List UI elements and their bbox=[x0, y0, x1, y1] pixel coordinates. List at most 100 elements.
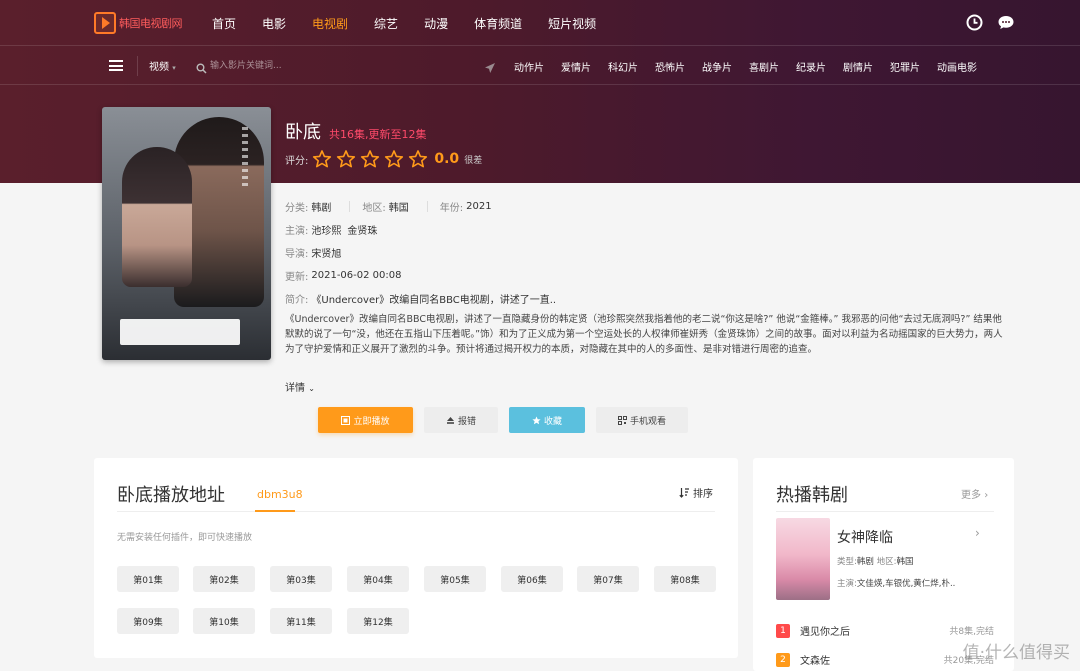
search-icon[interactable] bbox=[196, 59, 207, 74]
meta-row-cast: 主演: 池珍熙 金贤珠 bbox=[285, 222, 383, 237]
category-select-label: 视频 bbox=[149, 62, 169, 73]
genre-link-animation[interactable]: 动画电影 bbox=[937, 59, 977, 74]
episode-button[interactable]: 第05集 bbox=[424, 566, 486, 592]
paper-plane-icon[interactable] bbox=[484, 59, 496, 73]
hot-list-item[interactable]: 2 文森佐 共20集,完结 bbox=[776, 652, 994, 667]
chevron-down-icon: ⌄ bbox=[308, 384, 315, 393]
nav-item-movie[interactable]: 电影 bbox=[262, 15, 286, 32]
watermark: 值·什么值得买 bbox=[962, 643, 1070, 663]
episode-button[interactable]: 第09集 bbox=[117, 608, 179, 634]
play-now-button[interactable]: 立即播放 bbox=[318, 407, 413, 433]
year-value[interactable]: 2021 bbox=[466, 201, 491, 212]
mobile-watch-button[interactable]: 手机观看 bbox=[596, 407, 688, 433]
genre-link-horror[interactable]: 恐怖片 bbox=[655, 59, 685, 74]
episode-button[interactable]: 第10集 bbox=[193, 608, 255, 634]
director-label: 导演: bbox=[285, 249, 309, 260]
featured-meta-type: 类型:韩剧 地区:韩国 bbox=[837, 555, 913, 567]
rating-star-icon[interactable] bbox=[312, 150, 332, 168]
nav-item-shorts[interactable]: 短片视频 bbox=[548, 15, 596, 32]
region-label: 地区: bbox=[362, 203, 386, 214]
genre-link-scifi[interactable]: 科幻片 bbox=[608, 59, 638, 74]
score-note: 很差 bbox=[464, 155, 483, 166]
meta-row-basic: 分类: 韩剧 地区: 韩国 年份: 2021 bbox=[285, 199, 498, 214]
category-value[interactable]: 韩剧 bbox=[311, 199, 331, 214]
nav-item-home[interactable]: 首页 bbox=[212, 15, 236, 32]
category-select[interactable]: 视频 ▾ bbox=[149, 58, 176, 73]
meta-row-director: 导演: 宋贤旭 bbox=[285, 245, 347, 260]
episode-button[interactable]: 第04集 bbox=[347, 566, 409, 592]
play-logo-icon bbox=[94, 12, 116, 34]
qrcode-icon bbox=[617, 415, 627, 425]
search-input[interactable] bbox=[210, 56, 370, 76]
featured-type: 韩剧 bbox=[856, 557, 874, 567]
menu-hamburger-icon[interactable] bbox=[109, 60, 123, 71]
episode-button[interactable]: 第06集 bbox=[501, 566, 563, 592]
source-tab[interactable]: dbm3u8 bbox=[257, 488, 303, 501]
nav-item-sports[interactable]: 体育频道 bbox=[474, 15, 522, 32]
summary-label: 简介: bbox=[285, 295, 309, 306]
more-link[interactable]: 更多 › bbox=[961, 486, 988, 501]
hot-item-name[interactable]: 遇见你之后 bbox=[800, 623, 949, 638]
episode-button[interactable]: 第11集 bbox=[270, 608, 332, 634]
rating-label: 评分: bbox=[285, 155, 309, 167]
cast-member[interactable]: 池珍熙 bbox=[311, 222, 341, 237]
region-value[interactable]: 韩国 bbox=[389, 199, 409, 214]
episode-button[interactable]: 第02集 bbox=[193, 566, 255, 592]
action-bar: 立即播放 报错 收藏 手机观看 bbox=[318, 407, 699, 433]
detail-toggle[interactable]: 详情 ⌄ bbox=[285, 379, 315, 394]
featured-cast-label: 主演: bbox=[837, 579, 857, 589]
episode-button[interactable]: 第01集 bbox=[117, 566, 179, 592]
episode-button[interactable]: 第03集 bbox=[270, 566, 332, 592]
nav-item-tv[interactable]: 电视剧 bbox=[312, 15, 348, 32]
top-nav: 韩国电视剧网 首页 电影 电视剧 综艺 动漫 体育频道 短片视频 bbox=[0, 0, 1080, 46]
show-poster[interactable] bbox=[102, 107, 271, 360]
genre-link-action[interactable]: 动作片 bbox=[514, 59, 544, 74]
sort-icon bbox=[679, 487, 690, 498]
detail-toggle-label: 详情 bbox=[285, 383, 305, 394]
report-button[interactable]: 报错 bbox=[424, 407, 498, 433]
message-bubble-icon[interactable] bbox=[997, 14, 1014, 31]
summary-full: 《Undercover》改编自同名BBC电视剧，讲述了一直隐藏身份的韩定贤（池珍… bbox=[285, 314, 1003, 355]
hot-item-name[interactable]: 文森佐 bbox=[800, 652, 944, 667]
featured-title[interactable]: 女神降临 bbox=[837, 527, 893, 547]
summary-short: 《Undercover》改编自同名BBC电视剧，讲述了一直.. bbox=[311, 295, 557, 306]
genre-link-comedy[interactable]: 喜剧片 bbox=[749, 59, 779, 74]
playlist-panel: 卧底播放地址 dbm3u8 排序 无需安装任何插件，即可快速播放 第01集 第02… bbox=[94, 458, 738, 658]
genre-link-documentary[interactable]: 纪录片 bbox=[796, 59, 826, 74]
meta-row-updated: 更新: 2021-06-02 00:08 bbox=[285, 268, 408, 283]
year-label: 年份: bbox=[439, 203, 464, 214]
rating-star-icon[interactable] bbox=[384, 150, 404, 168]
genre-link-romance[interactable]: 爱情片 bbox=[561, 59, 591, 74]
featured-thumbnail[interactable] bbox=[776, 518, 830, 600]
episode-button[interactable]: 第12集 bbox=[347, 608, 409, 634]
hot-list-item[interactable]: 1 遇见你之后 共8集,完结 bbox=[776, 623, 994, 638]
featured-type-label: 类型: bbox=[837, 557, 857, 567]
chevron-right-icon: › bbox=[984, 490, 989, 501]
favorite-button[interactable]: 收藏 bbox=[509, 407, 585, 433]
cast-member[interactable]: 金贤珠 bbox=[347, 222, 377, 237]
rank-number: 2 bbox=[776, 652, 790, 667]
genre-link-crime[interactable]: 犯罪片 bbox=[890, 59, 920, 74]
director-value[interactable]: 宋贤旭 bbox=[311, 245, 341, 260]
sort-label: 排序 bbox=[693, 489, 713, 500]
nav-item-variety[interactable]: 综艺 bbox=[374, 15, 398, 32]
mobile-watch-label: 手机观看 bbox=[629, 416, 666, 427]
rating: 评分: 0.0 很差 bbox=[285, 150, 482, 168]
site-logo[interactable]: 韩国电视剧网 bbox=[94, 10, 183, 36]
episode-status: 共16集,更新至12集 bbox=[329, 128, 427, 141]
hot-title: 热播韩剧 bbox=[776, 485, 848, 506]
nav-item-anime[interactable]: 动漫 bbox=[424, 15, 448, 32]
star-icon bbox=[532, 416, 541, 425]
episode-button[interactable]: 第08集 bbox=[654, 566, 716, 592]
rating-star-icon[interactable] bbox=[360, 150, 380, 168]
rating-star-icon[interactable] bbox=[336, 150, 356, 168]
show-title: 卧底 bbox=[285, 122, 321, 143]
caret-down-icon: ▾ bbox=[172, 64, 176, 72]
chevron-right-icon[interactable]: › bbox=[975, 526, 980, 540]
rating-star-icon[interactable] bbox=[408, 150, 428, 168]
history-clock-icon[interactable] bbox=[966, 14, 983, 31]
episode-button[interactable]: 第07集 bbox=[577, 566, 639, 592]
sort-button[interactable]: 排序 bbox=[679, 485, 713, 500]
genre-link-drama[interactable]: 剧情片 bbox=[843, 59, 873, 74]
genre-link-war[interactable]: 战争片 bbox=[702, 59, 732, 74]
